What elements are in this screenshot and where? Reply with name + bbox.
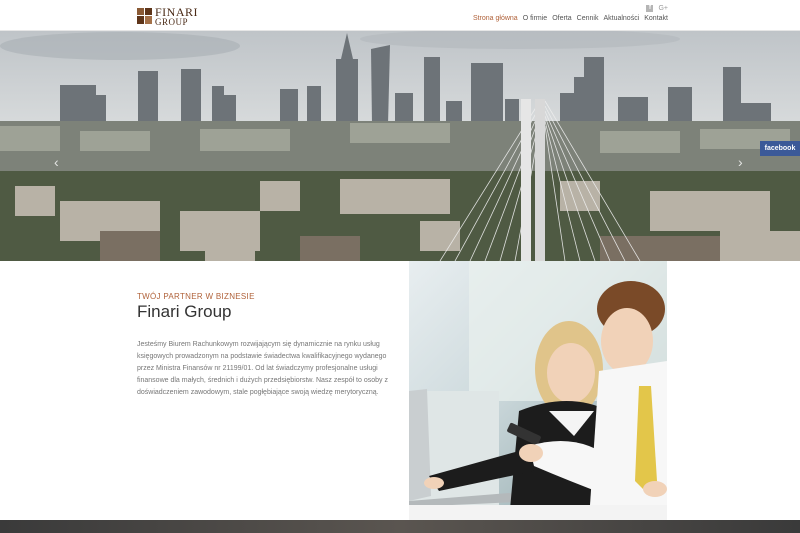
nav-item-news[interactable]: Aktualności <box>603 15 639 22</box>
slider-next-icon[interactable]: › <box>738 155 748 169</box>
nav-item-about[interactable]: O firmie <box>523 15 548 22</box>
facebook-side-tab[interactable]: facebook <box>760 141 800 156</box>
intro-description: Jesteśmy Biurem Rachunkowym rozwijającym… <box>137 341 388 396</box>
nav-item-contact[interactable]: Kontakt <box>644 15 668 22</box>
logo-sub: GROUP <box>155 16 189 27</box>
site-header: FINARI GROUP f G+ Strona główna O firmie… <box>0 0 800 31</box>
logo-name: FINARI <box>155 4 199 19</box>
nav-item-offer[interactable]: Oferta <box>552 15 571 22</box>
logo[interactable]: FINARI GROUP <box>137 6 198 26</box>
footer-strip <box>0 520 800 533</box>
intro-tagline: TWÓJ PARTNER W BIZNESIE <box>137 292 255 301</box>
facebook-icon[interactable]: f <box>646 5 654 12</box>
social-links: f G+ <box>646 5 668 12</box>
nav-item-pricing[interactable]: Cennik <box>577 15 599 22</box>
business-team-photo <box>409 261 667 520</box>
logo-mark-icon <box>137 8 152 24</box>
google-plus-icon[interactable]: G+ <box>658 5 668 12</box>
main-nav: Strona główna O firmie Oferta Cennik Akt… <box>473 15 668 22</box>
city-skyline-image <box>0 31 800 261</box>
slider-prev-icon[interactable]: ‹ <box>54 155 64 169</box>
hero-slider[interactable]: ‹ › facebook <box>0 31 800 261</box>
nav-item-home[interactable]: Strona główna <box>473 15 518 22</box>
intro-title: Finari Group <box>137 302 232 321</box>
